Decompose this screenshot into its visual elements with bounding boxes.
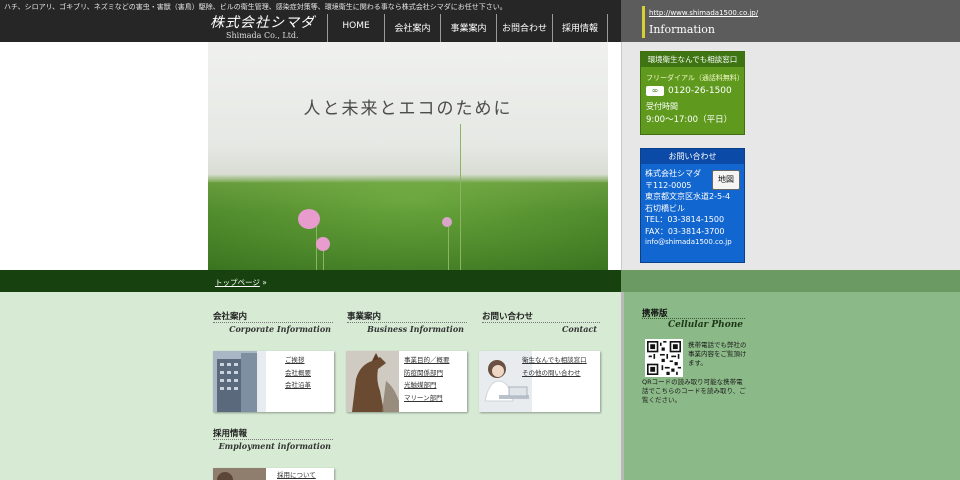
contact-building: 石切橋ビル — [645, 203, 685, 213]
section-en-business: Business Information — [367, 324, 464, 334]
link-company-history[interactable]: 会社沿革 — [285, 379, 311, 392]
site-logo[interactable]: 株式会社シマダ — [210, 12, 315, 32]
contact-email-link[interactable]: info@shimada1500.co.jp — [645, 237, 744, 249]
link-company-profile[interactable]: 会社概要 — [285, 367, 311, 380]
contact-tel: TEL：03-3814-1500 — [645, 215, 725, 224]
consult-freedial-label: フリーダイアル（通話料無料） — [646, 74, 744, 82]
hero-image: 人と未来とエコのために — [208, 42, 608, 270]
business-card: 事業目的／概要 防疫関係部門 光触媒部門 マリーン部門 — [346, 351, 467, 412]
employment-image — [213, 468, 266, 480]
contact-address: 東京都文京区水道2-5-4 — [645, 192, 731, 201]
section-en-company: Corporate Information — [229, 324, 331, 334]
map-button[interactable]: 地図 — [712, 170, 740, 190]
link-marine[interactable]: マリーン部門 — [404, 392, 450, 405]
breadcrumb: トップページ » — [215, 277, 267, 288]
mobile-qr-instructions: QRコードの読み取り可能な携帯電話でこちらのコードを読み取り、ご覧ください。 — [642, 378, 746, 404]
section-title-contact: お問い合わせ — [482, 312, 534, 322]
breadcrumb-bar — [0, 270, 621, 292]
consult-hours-label: 受付時間 — [646, 102, 678, 111]
link-recruitment[interactable]: 採用について — [277, 469, 316, 480]
site-logo-english: Shimada Co., Ltd. — [226, 31, 299, 40]
section-title-company: 会社案内 — [213, 312, 248, 322]
main-nav: HOME 会社案内 事業案内 お問合わせ 採用情報 — [327, 14, 608, 42]
employment-card: 採用について — [213, 468, 334, 480]
breadcrumb-home[interactable]: トップページ — [215, 278, 260, 287]
info-title: Information — [649, 23, 716, 36]
info-accent-bar — [642, 6, 645, 38]
section-title-employment: 採用情報 — [213, 429, 248, 439]
link-business-purpose[interactable]: 事業目的／概要 — [404, 354, 450, 367]
section-en-contact: Contact — [562, 324, 597, 334]
link-greeting[interactable]: ご挨拶 — [285, 354, 311, 367]
company-card: ご挨拶 会社概要 会社沿革 — [213, 351, 334, 412]
qr-code — [645, 339, 683, 377]
clover-flower — [298, 209, 320, 229]
clover-flower — [316, 237, 330, 251]
header-tagline: ハチ、シロアリ、ゴキブリ、ネズミなどの害虫・害獣（害鳥）駆除、ビルの衛生管理、感… — [4, 3, 507, 11]
consult-box: 環境衛生なんでも相談窓口 フリーダイアル（通話料無料） ∞ 0120-26-15… — [640, 51, 745, 135]
mobile-description: 携帯電話でも弊社の事業内容をご覧頂けます。 — [688, 341, 747, 367]
link-photocatalyst[interactable]: 光触媒部門 — [404, 379, 450, 392]
link-pest-control[interactable]: 防疫関係部門 — [404, 367, 450, 380]
nav-business[interactable]: 事業案内 — [440, 14, 496, 42]
freedial-icon: ∞ — [646, 86, 664, 96]
clover-flower — [442, 217, 452, 227]
building-image — [213, 351, 266, 412]
section-title-business: 事業案内 — [347, 312, 382, 322]
mobile-en-title: Cellular Phone — [668, 320, 743, 330]
nav-company[interactable]: 会社案内 — [384, 14, 440, 42]
consult-phone[interactable]: ∞ 0120-26-1500 — [641, 83, 744, 96]
contact-box-title: お問い合わせ — [641, 149, 744, 164]
section-en-employment: Employment information — [218, 441, 331, 451]
consult-hours: 9:00～17:00（平日） — [646, 115, 733, 125]
contact-card: 衛生なんでも相談窓口 その他の問い合わせ — [479, 351, 600, 412]
consult-title: 環境衛生なんでも相談窓口 — [641, 52, 744, 67]
breadcrumb-separator: » — [262, 278, 267, 287]
hero-tagline: 人と未来とエコのために — [303, 99, 513, 119]
link-other-inquiry[interactable]: その他の問い合わせ — [522, 367, 587, 380]
nav-contact[interactable]: お問合わせ — [496, 14, 552, 42]
nav-home[interactable]: HOME — [327, 14, 384, 42]
nav-recruit[interactable]: 採用情報 — [552, 14, 608, 42]
link-hygiene-consult[interactable]: 衛生なんでも相談窓口 — [522, 354, 587, 367]
site-url-link[interactable]: http://www.shimada1500.co.jp/ — [649, 9, 758, 17]
contact-fax: FAX：03-3814-3700 — [645, 226, 725, 236]
horse-image — [346, 351, 399, 412]
contact-box: お問い合わせ 地図 株式会社シマダ 〒112-0005 東京都文京区水道2-5-… — [640, 148, 745, 263]
consult-phone-number: 0120-26-1500 — [668, 86, 732, 96]
